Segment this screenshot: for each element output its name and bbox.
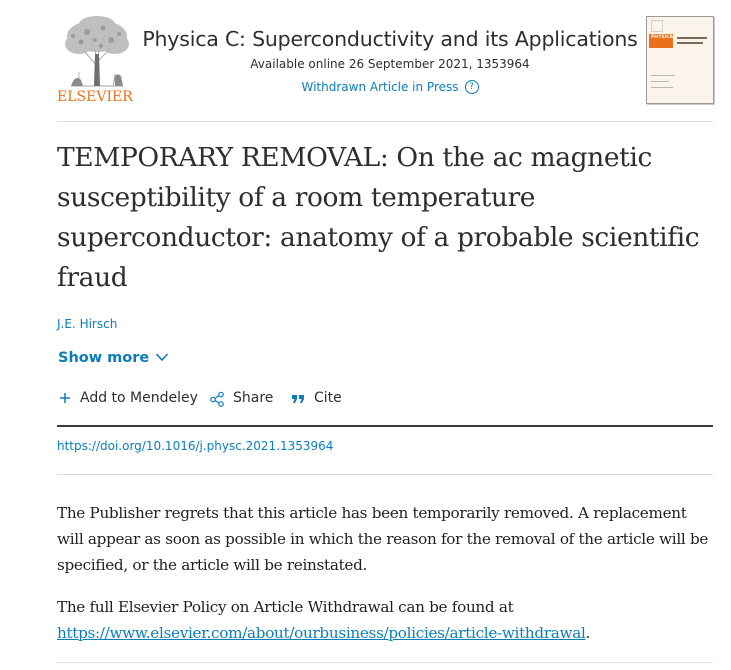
journal-title-link[interactable]: Physica C: Superconductivity and its App… <box>140 24 640 54</box>
doi-divider <box>57 474 713 475</box>
share-icon <box>210 391 224 407</box>
bottom-divider <box>57 662 713 663</box>
show-more-label: Show more <box>58 350 150 366</box>
elsevier-tree-icon <box>65 16 129 87</box>
cover-divider <box>651 81 669 82</box>
cover-divider <box>651 75 675 76</box>
cover-text-line <box>677 37 707 39</box>
cover-logo-icon <box>651 20 663 32</box>
cite-label: Cite <box>314 390 342 406</box>
author-link[interactable]: J.E. Hirsch <box>57 316 117 332</box>
availability-date: Available online 26 September 2021, 1353… <box>250 57 530 71</box>
help-icon[interactable]: ? <box>464 79 479 94</box>
doi-link[interactable]: https://doi.org/10.1016/j.physc.2021.135… <box>57 437 333 455</box>
article-header: ELSEVIER Physica C: Superconductivity an… <box>0 0 731 122</box>
cover-title-band: PHYSICA <box>649 34 673 48</box>
policy-intro: The full Elsevier Policy on Article With… <box>57 598 514 616</box>
add-to-mendeley-label: Add to Mendeley <box>80 390 198 406</box>
elsevier-logo[interactable]: ELSEVIER <box>57 14 137 106</box>
policy-end: . <box>585 624 591 642</box>
article-status[interactable]: Withdrawn Article in Press? <box>140 77 640 97</box>
cover-text-line <box>677 42 703 44</box>
header-divider <box>57 121 713 122</box>
journal-cover-thumbnail[interactable]: PHYSICA <box>646 16 714 104</box>
article-title: TEMPORARY REMOVAL: On the ac magnetic su… <box>57 142 700 293</box>
actions-divider <box>57 425 713 427</box>
show-more-button[interactable]: Show more <box>58 348 169 368</box>
plus-icon <box>60 393 70 403</box>
elsevier-wordmark: ELSEVIER <box>57 89 133 105</box>
chevron-down-icon <box>156 353 169 362</box>
policy-paragraph: The full Elsevier Policy on Article With… <box>57 594 717 646</box>
cover-journal-name: PHYSICA <box>651 35 674 40</box>
removal-notice: The Publisher regrets that this article … <box>57 504 709 574</box>
policy-link[interactable]: https://www.elsevier.com/about/ourbusine… <box>57 624 586 642</box>
cover-divider <box>651 87 673 88</box>
quote-icon <box>292 395 304 403</box>
withdrawn-status-link[interactable]: Withdrawn Article in Press <box>301 80 458 94</box>
journal-info: Physica C: Superconductivity and its App… <box>140 24 640 97</box>
share-label: Share <box>233 390 274 406</box>
